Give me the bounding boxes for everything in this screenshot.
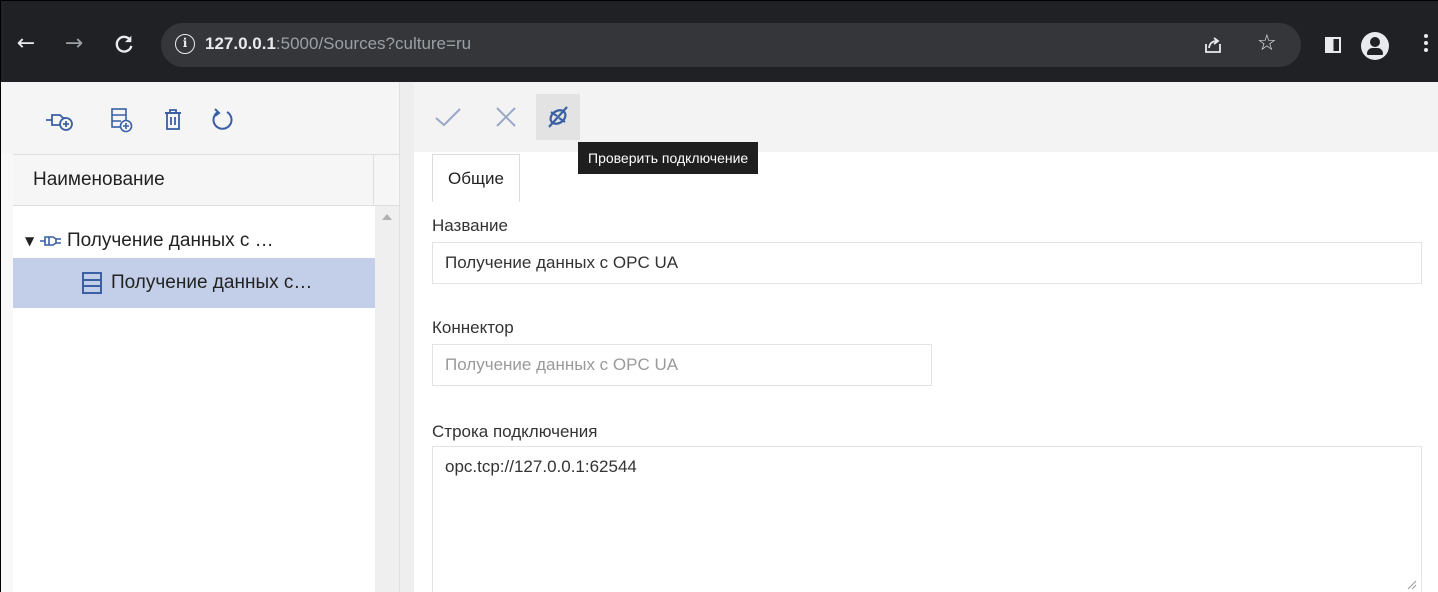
test-connection-tooltip: Проверить подключение <box>578 142 759 174</box>
tab-general[interactable]: Общие <box>432 154 520 202</box>
sources-panel: Наименование ▼ Получение данных с … Полу… <box>1 82 400 592</box>
delete-icon[interactable] <box>157 104 189 136</box>
connector-plug-icon <box>39 234 67 248</box>
url-text[interactable]: 127.0.0.1:5000/Sources?culture=ru <box>205 34 471 54</box>
source-editor: Общие Название Получение данных с OPC UA… <box>414 82 1438 592</box>
forward-arrow-icon[interactable]: → <box>59 29 89 59</box>
browser-toolbar: ← → i 127.0.0.1:5000/Sources?culture=ru … <box>0 0 1438 82</box>
connector-field: Получение данных с OPC UA <box>432 344 932 386</box>
refresh-icon[interactable] <box>207 104 239 136</box>
tree-row-label: Получение данных с … <box>67 230 274 251</box>
scroll-up-icon[interactable] <box>382 214 392 220</box>
grid-header: Наименование <box>13 154 399 206</box>
back-arrow-icon[interactable]: ← <box>11 29 41 59</box>
resize-handle-icon[interactable] <box>1405 578 1417 590</box>
panel-splitter[interactable] <box>400 82 414 592</box>
sources-toolbar <box>1 82 399 154</box>
sources-tree: ▼ Получение данных с … Получение данных … <box>13 206 375 592</box>
add-connection-icon[interactable] <box>43 104 75 136</box>
side-panel-icon[interactable] <box>1325 37 1341 53</box>
star-icon[interactable]: ☆ <box>1257 31 1277 57</box>
tree-scrollbar[interactable] <box>375 206 399 592</box>
editor-toolbar <box>414 82 1438 152</box>
check-icon[interactable] <box>426 94 470 140</box>
name-field[interactable]: Получение данных с OPC UA <box>432 242 1422 284</box>
expand-caret-icon[interactable]: ▼ <box>25 234 39 248</box>
column-separator[interactable] <box>373 155 374 205</box>
share-icon[interactable] <box>1201 33 1225 57</box>
site-info-icon[interactable]: i <box>175 34 195 54</box>
name-label: Название <box>432 216 508 235</box>
tree-row-label: Получение данных с… <box>111 272 313 293</box>
kebab-menu-icon[interactable] <box>1423 31 1429 61</box>
connection-string-field[interactable]: opc.tcp://127.0.0.1:62544 <box>432 446 1422 592</box>
list-table-icon <box>81 271 111 295</box>
column-header-name[interactable]: Наименование <box>33 155 165 205</box>
close-icon[interactable] <box>484 94 528 140</box>
connection-string-value: opc.tcp://127.0.0.1:62544 <box>445 457 637 476</box>
connection-string-label: Строка подключения <box>432 422 598 441</box>
address-bar[interactable]: i 127.0.0.1:5000/Sources?culture=ru ☆ <box>161 23 1301 67</box>
connector-label: Коннектор <box>432 318 514 337</box>
profile-icon[interactable] <box>1361 32 1389 60</box>
add-item-icon[interactable] <box>105 104 137 136</box>
tree-row-source[interactable]: Получение данных с… <box>13 258 375 308</box>
reload-icon[interactable] <box>109 29 139 59</box>
test-connection-icon[interactable] <box>536 94 580 140</box>
